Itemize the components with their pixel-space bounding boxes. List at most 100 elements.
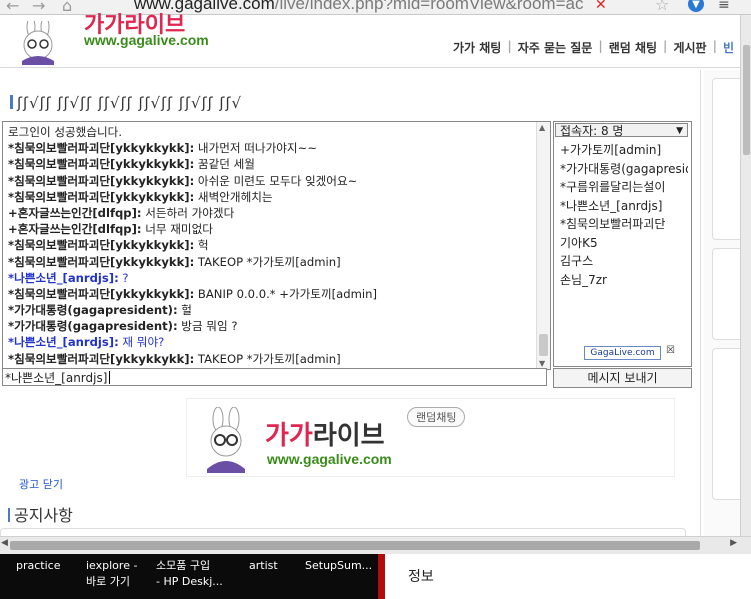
chat-nickname[interactable]: *가가대통령(gagapresident): bbox=[8, 303, 178, 317]
chat-message: *침묵의보빨러파괴단[ykkykkykk]: 아쉬운 미련도 모두다 잊겠어요~ bbox=[8, 173, 532, 189]
chat-text: 꿈같던 세월 bbox=[194, 157, 255, 172]
chat-lines: 로그인이 성공했습니다. *침묵의보빨러파괴단[ykkykkykk]: 내가먼저 … bbox=[8, 124, 532, 367]
taskbar-item-artist[interactable]: artist bbox=[249, 558, 278, 574]
page-scroll-thumb[interactable] bbox=[743, 45, 750, 155]
pane-accent-bar bbox=[378, 554, 385, 599]
nav-partial[interactable]: 빈 bbox=[717, 39, 740, 56]
chat-nickname[interactable]: *침묵의보빨러파괴단[ykkykkykk]: bbox=[8, 255, 194, 269]
home-icon[interactable]: ⌂ bbox=[62, 0, 72, 14]
right-window-pane: 정보 bbox=[378, 554, 751, 599]
scroll-down-icon[interactable]: ▼ bbox=[539, 359, 545, 368]
nav-gaga-chat[interactable]: 가가 채팅 bbox=[447, 39, 507, 56]
user-list-item[interactable]: 손님_7zr bbox=[560, 271, 688, 290]
chat-message: +혼자글쓰는인간[dlfqp]: 너무 재미없다 bbox=[8, 221, 532, 237]
chat-scroll-thumb[interactable] bbox=[539, 334, 548, 356]
user-list: +가가토끼[admin]*가가대통령(gagapresident)*구름위를달리… bbox=[560, 141, 688, 289]
chat-message: *침묵의보빨러파괴단[ykkykkykk]: 내가먼저 떠나가야지~~ bbox=[8, 140, 532, 156]
gagalive-banner-ad[interactable]: 가가라이브 www.gagalive.com 랜덤채팅 bbox=[186, 398, 675, 477]
back-icon[interactable]: ← bbox=[6, 0, 19, 14]
chat-message: *가가대통령(gagapresident): 헐 bbox=[8, 302, 532, 318]
chat-nickname[interactable]: *침묵의보빨러파괴단[ykkykkykk]: bbox=[8, 157, 194, 171]
nav-random-chat[interactable]: 랜덤 채팅 bbox=[603, 39, 663, 56]
chat-scrollbar[interactable]: ▲ ▼ bbox=[536, 122, 550, 369]
h-scroll-thumb[interactable] bbox=[10, 541, 700, 550]
update-icon[interactable]: ▼ bbox=[688, 0, 704, 12]
chat-text: 아쉬운 미련도 모두다 잊겠어요~ bbox=[194, 173, 358, 188]
rabbit-mascot-icon bbox=[207, 407, 245, 473]
taskbar-item-iexplore[interactable]: iexplore - 바로 가기 bbox=[86, 558, 137, 590]
chat-nickname[interactable]: *침묵의보빨러파괴단[ykkykkykk]: bbox=[8, 352, 194, 366]
chat-message: +혼자글쓰는인간[dlfqp]: 서든하러 가야겠다 bbox=[8, 205, 532, 221]
chat-nickname[interactable]: *침묵의보빨러파괴단[ykkykkykk]: bbox=[8, 287, 194, 301]
user-count-dropdown[interactable]: 접속자: 8 명 ▼ bbox=[555, 123, 688, 138]
side-card bbox=[712, 78, 741, 240]
header-divider bbox=[0, 67, 740, 68]
chat-text: 너무 재미없다 bbox=[141, 222, 213, 237]
menu-icon[interactable]: ≡ bbox=[718, 0, 730, 13]
page-vertical-scrollbar[interactable] bbox=[740, 15, 751, 536]
taskbar-item-practice[interactable]: practice bbox=[16, 558, 60, 574]
chat-nickname[interactable]: +혼자글쓰는인간[dlfqp]: bbox=[8, 206, 142, 220]
info-label[interactable]: 정보 bbox=[408, 566, 434, 586]
chat-text: 내가먼저 떠나가야지~~ bbox=[194, 141, 318, 156]
nav-board[interactable]: 게시판 bbox=[667, 39, 712, 56]
chat-nickname[interactable]: *침묵의보빨러파괴단[ykkykkykk]: bbox=[8, 190, 194, 204]
chat-text: TAKEOP *가가토끼[admin] bbox=[194, 254, 341, 269]
chat-nickname[interactable]: *침묵의보빨러파괴단[ykkykkykk]: bbox=[8, 238, 194, 252]
chat-message: 로그인이 성공했습니다. bbox=[8, 124, 532, 140]
close-ad-icon[interactable]: ☒ bbox=[666, 345, 675, 356]
nav-faq[interactable]: 자주 묻는 질문 bbox=[512, 39, 599, 56]
chat-message: *가가대통령(gagapresident): 방금 뭐임 ? bbox=[8, 318, 532, 334]
send-message-button[interactable]: 메시지 보내기 bbox=[553, 368, 692, 388]
notice-heading: 공지사항 bbox=[8, 502, 73, 526]
chat-message: *침묵의보빨러파괴단[ykkykkykk]: 새벽안개헤치는 bbox=[8, 189, 532, 205]
taskbar-item-hp-supplies[interactable]: 소모품 구입 - HP Deskj... bbox=[156, 558, 223, 590]
site-url[interactable]: www.gagalive.com bbox=[84, 32, 209, 48]
taskbar-item-setupsum[interactable]: SetupSum... bbox=[305, 558, 372, 574]
right-sidebar-partial bbox=[704, 70, 741, 536]
chat-nickname[interactable]: *침묵의보빨러파괴단[ykkykkykk]: bbox=[8, 174, 194, 188]
chat-message: *침묵의보빨러파괴단[ykkykkykk]: TAKEOP *가가토끼[admi… bbox=[8, 254, 532, 270]
user-list-item[interactable]: *가가대통령(gagapresident) bbox=[560, 160, 688, 179]
chat-nickname[interactable]: *가가대통령(gagapresident): bbox=[8, 319, 178, 333]
user-list-item[interactable]: *구름위를달리는설이 bbox=[560, 178, 688, 197]
gagalive-mini-ad[interactable]: GagaLive.com bbox=[584, 346, 661, 360]
chat-nickname[interactable]: *나쁜소년_[anrdjs]: bbox=[8, 271, 119, 285]
user-list-panel: 접속자: 8 명▼ +가가토끼[admin]*가가대통령(gagapreside… bbox=[553, 121, 692, 367]
address-bar[interactable]: www.gagalive.com/live/index.php?mid=room… bbox=[134, 0, 583, 14]
chat-text: 방금 뭐임 ? bbox=[177, 319, 238, 334]
chat-message: *침묵의보빨러파괴단[ykkykkykk]: BANIP 0.0.0.* +가가… bbox=[8, 286, 532, 302]
user-list-item[interactable]: 김구스 bbox=[560, 252, 688, 271]
chat-message: *나쁜소년_[anrdjs]: ? bbox=[8, 270, 532, 286]
scroll-up-icon[interactable]: ▲ bbox=[539, 123, 545, 132]
taskbar: practice iexplore - 바로 가기 소모품 구입 - HP Desk… bbox=[0, 554, 378, 599]
scroll-left-icon[interactable]: ◀ bbox=[1, 538, 8, 548]
top-navigation: 가가 채팅 | 자주 묻는 질문 | 랜덤 채팅 | 게시판 | 빈 bbox=[447, 39, 740, 56]
banner-brand: 가가라이브 bbox=[265, 420, 385, 450]
chat-message: *침묵의보빨러파괴단[ykkykkykk]: TAKEOP *가가토끼[admi… bbox=[8, 351, 532, 367]
chat-nickname[interactable]: *나쁜소년_[anrdjs]: bbox=[8, 335, 119, 349]
user-list-item[interactable]: *나쁜소년_[anrdjs] bbox=[560, 197, 688, 216]
user-list-item[interactable]: *침묵의보빨러파괴단 bbox=[560, 215, 688, 234]
message-input[interactable]: *나쁜소년_[anrdjs] bbox=[2, 368, 547, 386]
chat-message: *나쁜소년_[anrdjs]: 재 뭐야? bbox=[8, 334, 532, 350]
user-list-item[interactable]: +가가토끼[admin] bbox=[560, 141, 688, 160]
chat-text: 헉 bbox=[194, 238, 209, 253]
user-list-item[interactable]: 기아K5 bbox=[560, 234, 688, 253]
page-horizontal-scrollbar[interactable]: ◀ ▶ bbox=[0, 536, 751, 554]
stop-icon[interactable]: ✕ bbox=[595, 0, 607, 13]
chat-nickname[interactable]: +혼자글쓰는인간[dlfqp]: bbox=[8, 222, 142, 236]
scroll-right-icon[interactable]: ▶ bbox=[730, 538, 737, 548]
bookmark-star-icon[interactable]: ☆ bbox=[655, 0, 669, 14]
site-header: 가가라이브 www.gagalive.com 가가 채팅 | 자주 묻는 질문 | … bbox=[0, 12, 740, 67]
forward-icon[interactable]: → bbox=[32, 0, 45, 14]
chat-text: 새벽안개헤치는 bbox=[194, 189, 273, 204]
main-content: ʃʃ√ʃʃ ʃʃ√ʃʃ ʃʃ√ʃʃ ʃʃ√ʃʃ ʃʃ√ʃʃ ʃʃ√ 로그인이 성… bbox=[0, 70, 701, 537]
chat-text: 서든하러 가야겠다 bbox=[141, 205, 235, 220]
random-chat-tag: 랜덤채팅 bbox=[407, 407, 466, 427]
chevron-down-icon: ▼ bbox=[676, 126, 683, 136]
chat-text: BANIP 0.0.0.* +가가토끼[admin] bbox=[194, 286, 377, 301]
chat-nickname[interactable]: *침묵의보빨러파괴단[ykkykkykk]: bbox=[8, 141, 194, 155]
chat-log[interactable]: 로그인이 성공했습니다. *침묵의보빨러파괴단[ykkykkykk]: 내가먼저 … bbox=[2, 121, 551, 370]
close-ad-link[interactable]: 광고 닫기 bbox=[19, 476, 63, 492]
